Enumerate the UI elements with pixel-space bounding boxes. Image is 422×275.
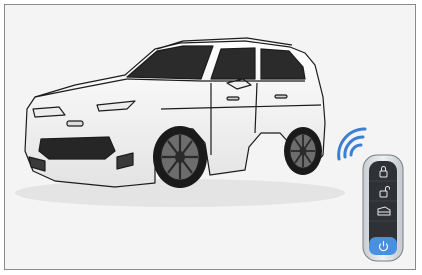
door-handle: [274, 94, 288, 99]
signal-icon: [337, 127, 367, 161]
illustration-frame: [4, 4, 416, 270]
key-fob: [362, 154, 404, 262]
car-key-illustration: [15, 37, 404, 262]
rear-wheel: [284, 127, 322, 175]
headlight-left: [32, 106, 66, 118]
car-badge: [66, 120, 84, 127]
front-grille: [38, 136, 116, 160]
front-wheel: [153, 126, 207, 188]
door-handle: [226, 96, 240, 101]
